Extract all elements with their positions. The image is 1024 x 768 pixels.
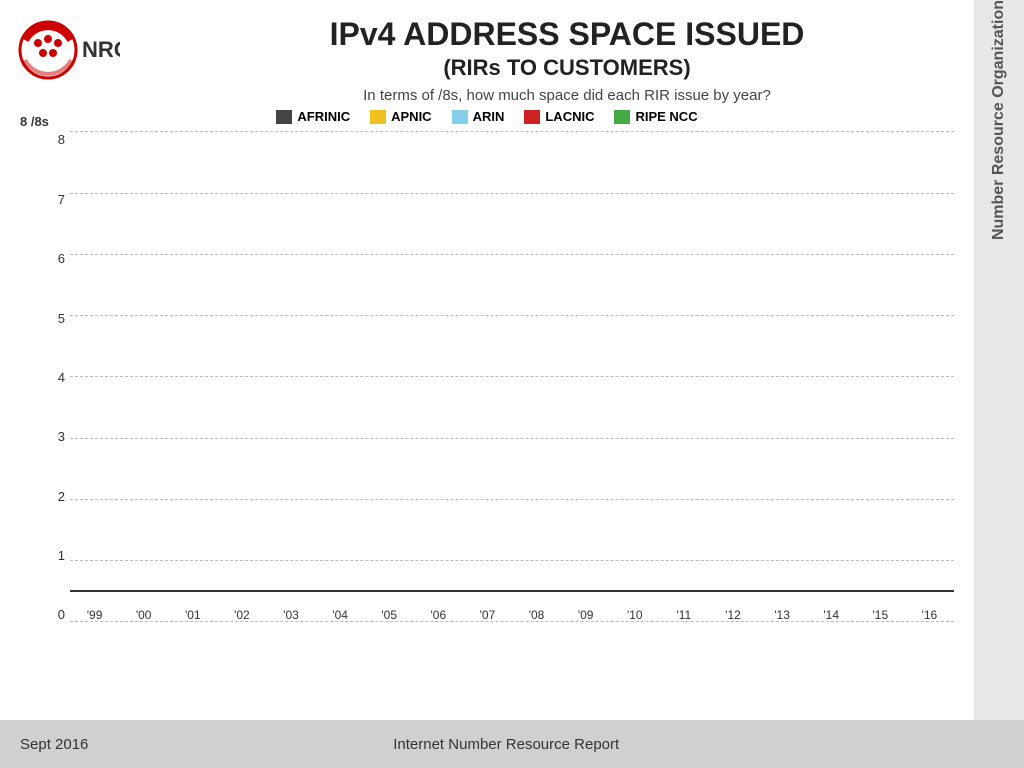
nro-logo: NRO bbox=[10, 15, 120, 85]
legend-item-afrinic: AFRINIC bbox=[276, 109, 350, 124]
x-label-13: '13 bbox=[758, 608, 807, 622]
legend-label-apnic: APNIC bbox=[391, 109, 431, 124]
x-label-05: '05 bbox=[365, 608, 414, 622]
logo-area: NRO bbox=[10, 15, 130, 90]
legend: AFRINIC APNIC ARIN LACNIC RIPE NCC bbox=[20, 109, 954, 124]
legend-color-afrinic bbox=[276, 110, 292, 124]
title-area: IPv4 ADDRESS SPACE ISSUED (RIRs TO CUSTO… bbox=[130, 10, 1004, 104]
header-area: NRO IPv4 ADDRESS SPACE ISSUED (RIRs TO C… bbox=[0, 0, 1024, 109]
x-label-16: '16 bbox=[905, 608, 954, 622]
description: In terms of /8s, how much space did each… bbox=[130, 87, 1004, 104]
x-label-14: '14 bbox=[807, 608, 856, 622]
x-label-07: '07 bbox=[463, 608, 512, 622]
x-label-03: '03 bbox=[266, 608, 315, 622]
y-label-2: 2 bbox=[25, 489, 65, 504]
x-label-09: '09 bbox=[561, 608, 610, 622]
right-strip: Number Resource Organization bbox=[974, 0, 1024, 720]
x-label-06: '06 bbox=[414, 608, 463, 622]
footer: Sept 2016 Internet Number Resource Repor… bbox=[0, 720, 1024, 768]
x-axis-baseline bbox=[70, 590, 954, 592]
right-strip-text: Number Resource Organization bbox=[990, 0, 1008, 260]
x-label-10: '10 bbox=[610, 608, 659, 622]
y-label-4: 4 bbox=[25, 370, 65, 385]
legend-item-apnic: APNIC bbox=[370, 109, 431, 124]
chart-area: 8 /8s 012345678 '99'00'01'02'03'04'05'06… bbox=[70, 132, 954, 622]
subtitle: (RIRs TO CUSTOMERS) bbox=[130, 55, 1004, 81]
y-label-1: 1 bbox=[25, 548, 65, 563]
legend-item-arin: ARIN bbox=[452, 109, 505, 124]
svg-text:NRO: NRO bbox=[82, 37, 120, 62]
x-axis-labels: '99'00'01'02'03'04'05'06'07'08'09'10'11'… bbox=[70, 608, 954, 622]
legend-label-afrinic: AFRINIC bbox=[297, 109, 350, 124]
y-label-0: 0 bbox=[25, 607, 65, 622]
x-label-04: '04 bbox=[316, 608, 365, 622]
y-axis-labels: 0 1 2 3 4 5 6 7 8 bbox=[25, 132, 65, 622]
y-label-6: 6 bbox=[25, 251, 65, 266]
x-label-08: '08 bbox=[512, 608, 561, 622]
footer-report-title: Internet Number Resource Report bbox=[393, 736, 619, 753]
legend-label-arin: ARIN bbox=[473, 109, 505, 124]
x-label-15: '15 bbox=[856, 608, 905, 622]
y-label-3: 3 bbox=[25, 429, 65, 444]
y-label-7: 7 bbox=[25, 192, 65, 207]
y-label-5: 5 bbox=[25, 311, 65, 326]
chart-section: AFRINIC APNIC ARIN LACNIC RIPE NCC 8 /8s bbox=[0, 109, 1024, 720]
x-label-00: '00 bbox=[119, 608, 168, 622]
legend-label-ripe: RIPE NCC bbox=[635, 109, 697, 124]
legend-item-ripe: RIPE NCC bbox=[614, 109, 697, 124]
x-label-12: '12 bbox=[708, 608, 757, 622]
x-label-02: '02 bbox=[217, 608, 266, 622]
legend-item-lacnic: LACNIC bbox=[524, 109, 594, 124]
x-label-99: '99 bbox=[70, 608, 119, 622]
x-label-11: '11 bbox=[659, 608, 708, 622]
footer-date: Sept 2016 bbox=[20, 736, 88, 753]
y-axis-unit: 8 /8s bbox=[20, 114, 49, 129]
main-title: IPv4 ADDRESS SPACE ISSUED bbox=[130, 15, 1004, 53]
main-container: NRO IPv4 ADDRESS SPACE ISSUED (RIRs TO C… bbox=[0, 0, 1024, 768]
legend-color-arin bbox=[452, 110, 468, 124]
legend-color-apnic bbox=[370, 110, 386, 124]
y-label-8: 8 bbox=[25, 132, 65, 147]
bars-container bbox=[70, 132, 954, 592]
legend-color-ripe bbox=[614, 110, 630, 124]
legend-color-lacnic bbox=[524, 110, 540, 124]
x-label-01: '01 bbox=[168, 608, 217, 622]
legend-label-lacnic: LACNIC bbox=[545, 109, 594, 124]
